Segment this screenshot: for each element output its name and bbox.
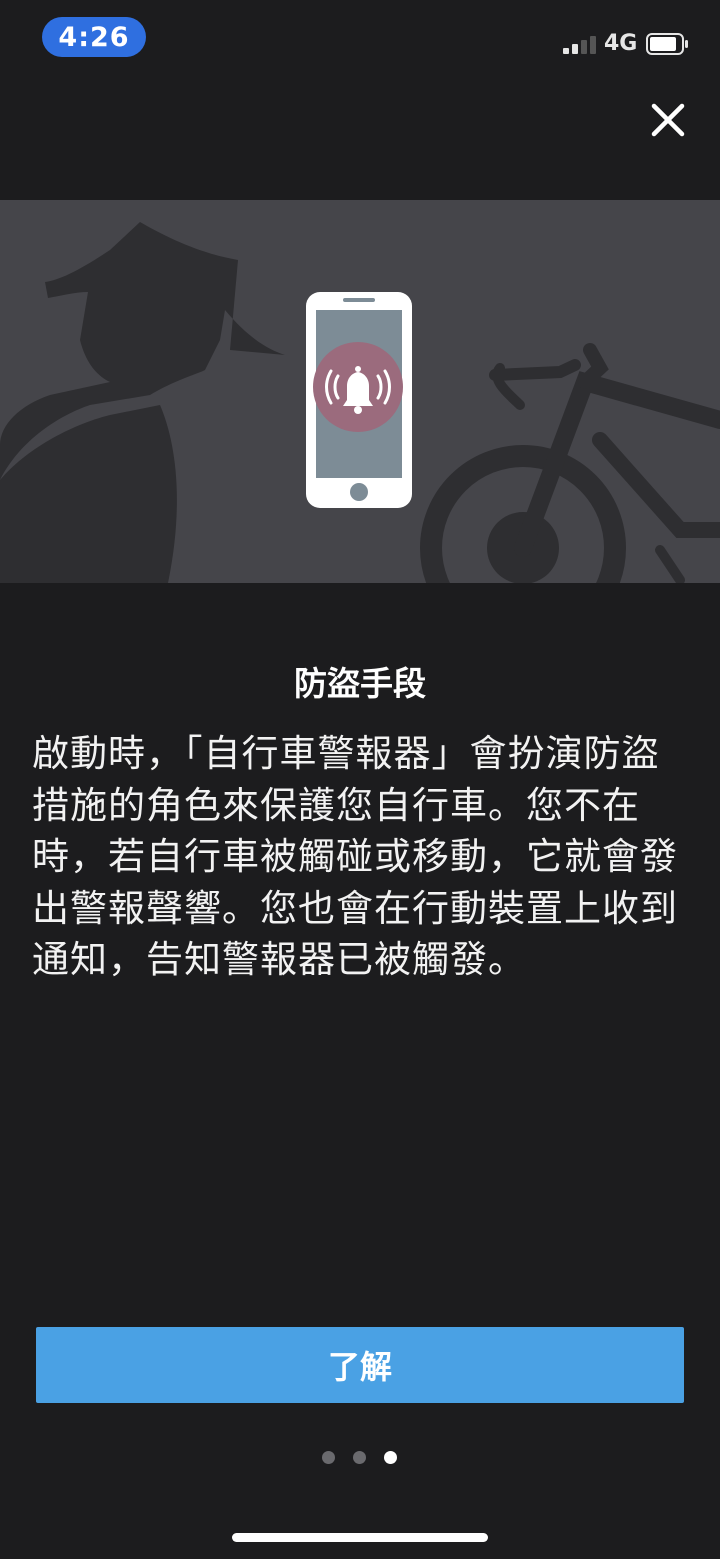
page-indicator [322, 1451, 402, 1465]
network-type: 4G [604, 31, 638, 56]
description-text: 啟動時，「自行車警報器」會扮演防盜措施的角色來保護您自行車。您不在時，若自行車被… [32, 732, 678, 981]
bicycle-silhouette [420, 343, 720, 583]
page-title: 防盜手段 [294, 664, 426, 703]
page-dot-1[interactable] [322, 1451, 335, 1464]
signal-strength-icon [563, 34, 603, 54]
close-button[interactable] [645, 97, 691, 143]
battery-icon [646, 33, 688, 55]
hero-illustration [0, 200, 720, 583]
thief-silhouette [0, 222, 285, 583]
status-bar: 4:26 4G [0, 0, 720, 80]
time-display: 4:26 [42, 17, 146, 57]
page-dot-3-active[interactable] [384, 1451, 397, 1464]
confirm-button[interactable]: 了解 [36, 1327, 684, 1403]
home-indicator[interactable] [232, 1533, 488, 1542]
page-dot-2[interactable] [353, 1451, 366, 1464]
bell-alarm-icon [313, 342, 403, 432]
close-icon [651, 103, 685, 137]
